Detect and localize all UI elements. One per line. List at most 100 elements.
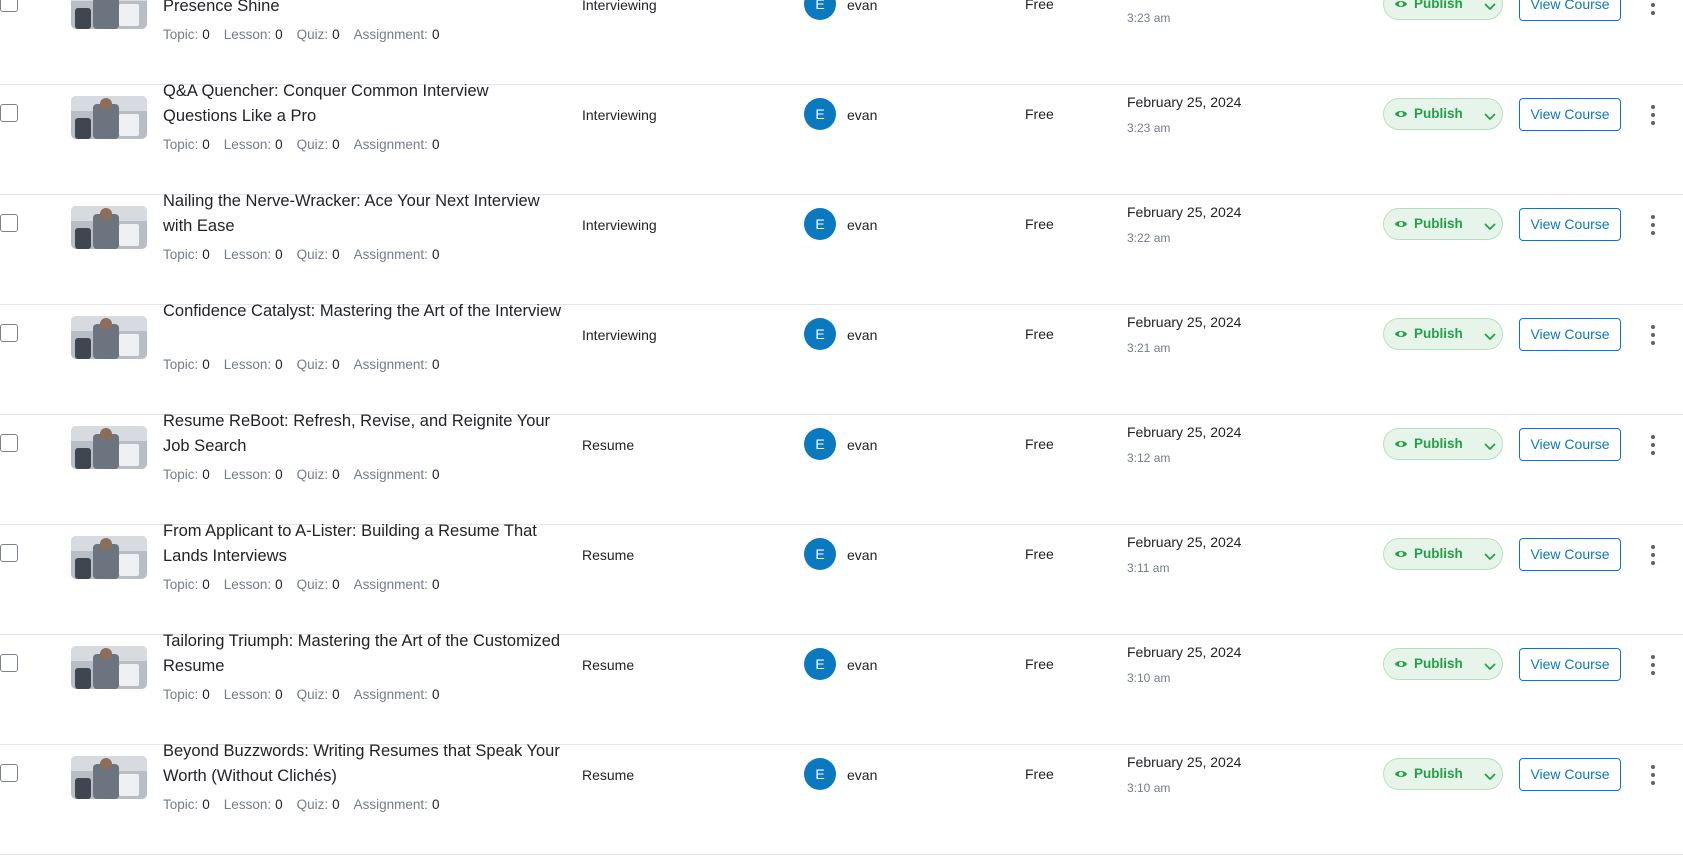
row-select-checkbox[interactable] [0, 104, 18, 122]
view-course-button[interactable]: View Course [1519, 428, 1621, 461]
course-stats: Topic: 0 Lesson: 0 Quiz: 0 Assignment: 0 [163, 577, 453, 592]
course-title-link[interactable]: Body Language Bonanza: Make Your Intervi… [163, 0, 563, 19]
row-select-checkbox[interactable] [0, 0, 18, 12]
course-stats: Topic: 0 Lesson: 0 Quiz: 0 Assignment: 0 [163, 467, 453, 482]
course-title-link[interactable]: Nailing the Nerve-Wracker: Ace Your Next… [163, 189, 563, 239]
view-course-button[interactable]: View Course [1519, 538, 1621, 571]
view-course-button[interactable]: View Course [1519, 318, 1621, 351]
more-options-icon[interactable] [1645, 214, 1661, 236]
course-date: February 25, 2024 [1127, 754, 1242, 770]
lesson-count: 0 [275, 247, 283, 262]
course-list-table: Body Language Bonanza: Make Your Intervi… [0, 0, 1683, 861]
course-price: Free [1025, 546, 1054, 562]
lesson-count: 0 [275, 577, 283, 592]
assignment-count: 0 [431, 247, 440, 262]
more-options-icon[interactable] [1645, 654, 1661, 676]
status-publish-dropdown[interactable]: Publish [1383, 538, 1503, 570]
chevron-down-icon [1484, 0, 1496, 17]
course-thumbnail-image [71, 206, 147, 249]
course-row: Resume ReBoot: Refresh, Revise, and Reig… [0, 412, 1683, 525]
quiz-label: Quiz: [296, 27, 329, 42]
view-course-button[interactable]: View Course [1519, 98, 1621, 131]
quiz-label: Quiz: [296, 687, 329, 702]
status-label: Publish [1414, 326, 1463, 341]
course-title-link[interactable]: Resume ReBoot: Refresh, Revise, and Reig… [163, 409, 563, 459]
author-name: evan [847, 657, 878, 673]
status-publish-dropdown[interactable]: Publish [1383, 428, 1503, 460]
author-avatar: E [804, 758, 836, 790]
course-date: February 25, 2024 [1127, 314, 1242, 330]
course-title-link[interactable]: Q&A Quencher: Conquer Common Interview Q… [163, 79, 563, 129]
course-thumbnail[interactable] [71, 206, 147, 249]
view-course-button[interactable]: View Course [1519, 758, 1621, 791]
course-row: Confidence Catalyst: Mastering the Art o… [0, 302, 1683, 415]
course-thumbnail[interactable] [71, 426, 147, 469]
course-price: Free [1025, 436, 1054, 452]
course-thumbnail[interactable] [71, 96, 147, 139]
eye-icon [1394, 107, 1408, 126]
eye-icon [1394, 327, 1408, 346]
chevron-down-icon [1484, 659, 1496, 677]
topic-label: Topic: [163, 797, 199, 812]
course-category: Interviewing [582, 327, 657, 343]
more-options-icon[interactable] [1645, 0, 1661, 16]
topic-label: Topic: [163, 467, 199, 482]
status-publish-dropdown[interactable]: Publish [1383, 208, 1503, 240]
course-title-link[interactable]: Tailoring Triumph: Mastering the Art of … [163, 629, 563, 679]
course-thumbnail[interactable] [71, 646, 147, 689]
status-publish-dropdown[interactable]: Publish [1383, 318, 1503, 350]
view-course-button[interactable]: View Course [1519, 0, 1621, 21]
course-row: Nailing the Nerve-Wracker: Ace Your Next… [0, 192, 1683, 305]
row-select-checkbox[interactable] [0, 214, 18, 232]
course-time: 3:23 am [1127, 121, 1171, 135]
course-date: February 25, 2024 [1127, 424, 1242, 440]
more-options-icon[interactable] [1645, 104, 1661, 126]
course-price: Free [1025, 0, 1054, 12]
course-stats: Topic: 0 Lesson: 0 Quiz: 0 Assignment: 0 [163, 137, 453, 152]
course-thumbnail[interactable] [71, 756, 147, 799]
course-thumbnail[interactable] [71, 0, 147, 29]
row-select-checkbox[interactable] [0, 544, 18, 562]
course-price: Free [1025, 766, 1054, 782]
eye-icon [1394, 657, 1408, 676]
lesson-count: 0 [275, 467, 283, 482]
course-row: Q&A Quencher: Conquer Common Interview Q… [0, 82, 1683, 195]
status-publish-dropdown[interactable]: Publish [1383, 758, 1503, 790]
course-title-link[interactable]: From Applicant to A-Lister: Building a R… [163, 519, 563, 569]
course-stats: Topic: 0 Lesson: 0 Quiz: 0 Assignment: 0 [163, 687, 453, 702]
course-title-link[interactable]: Beyond Buzzwords: Writing Resumes that S… [163, 739, 563, 789]
assignment-label: Assignment: [353, 357, 428, 372]
chevron-down-icon [1484, 439, 1496, 457]
course-date: February 25, 2024 [1127, 534, 1242, 550]
quiz-count: 0 [332, 27, 340, 42]
topic-count: 0 [202, 357, 210, 372]
status-publish-dropdown[interactable]: Publish [1383, 0, 1503, 20]
view-course-button[interactable]: View Course [1519, 208, 1621, 241]
more-options-icon[interactable] [1645, 324, 1661, 346]
status-publish-dropdown[interactable]: Publish [1383, 648, 1503, 680]
quiz-label: Quiz: [296, 137, 329, 152]
row-select-checkbox[interactable] [0, 324, 18, 342]
status-label: Publish [1414, 106, 1463, 121]
quiz-count: 0 [332, 797, 340, 812]
topic-label: Topic: [163, 687, 199, 702]
course-category: Interviewing [582, 107, 657, 123]
status-publish-dropdown[interactable]: Publish [1383, 98, 1503, 130]
course-title-link[interactable]: Confidence Catalyst: Mastering the Art o… [163, 299, 563, 324]
course-price: Free [1025, 656, 1054, 672]
row-select-checkbox[interactable] [0, 434, 18, 452]
course-thumbnail[interactable] [71, 536, 147, 579]
course-row: Tailoring Triumph: Mastering the Art of … [0, 632, 1683, 745]
topic-count: 0 [202, 467, 210, 482]
row-select-checkbox[interactable] [0, 654, 18, 672]
more-options-icon[interactable] [1645, 544, 1661, 566]
row-select-checkbox[interactable] [0, 764, 18, 782]
course-time: 3:11 am [1127, 561, 1170, 575]
course-thumbnail[interactable] [71, 316, 147, 359]
more-options-icon[interactable] [1645, 434, 1661, 456]
view-course-button[interactable]: View Course [1519, 648, 1621, 681]
lesson-label: Lesson: [223, 137, 272, 152]
quiz-count: 0 [332, 687, 340, 702]
more-options-icon[interactable] [1645, 764, 1661, 786]
topic-count: 0 [202, 687, 210, 702]
